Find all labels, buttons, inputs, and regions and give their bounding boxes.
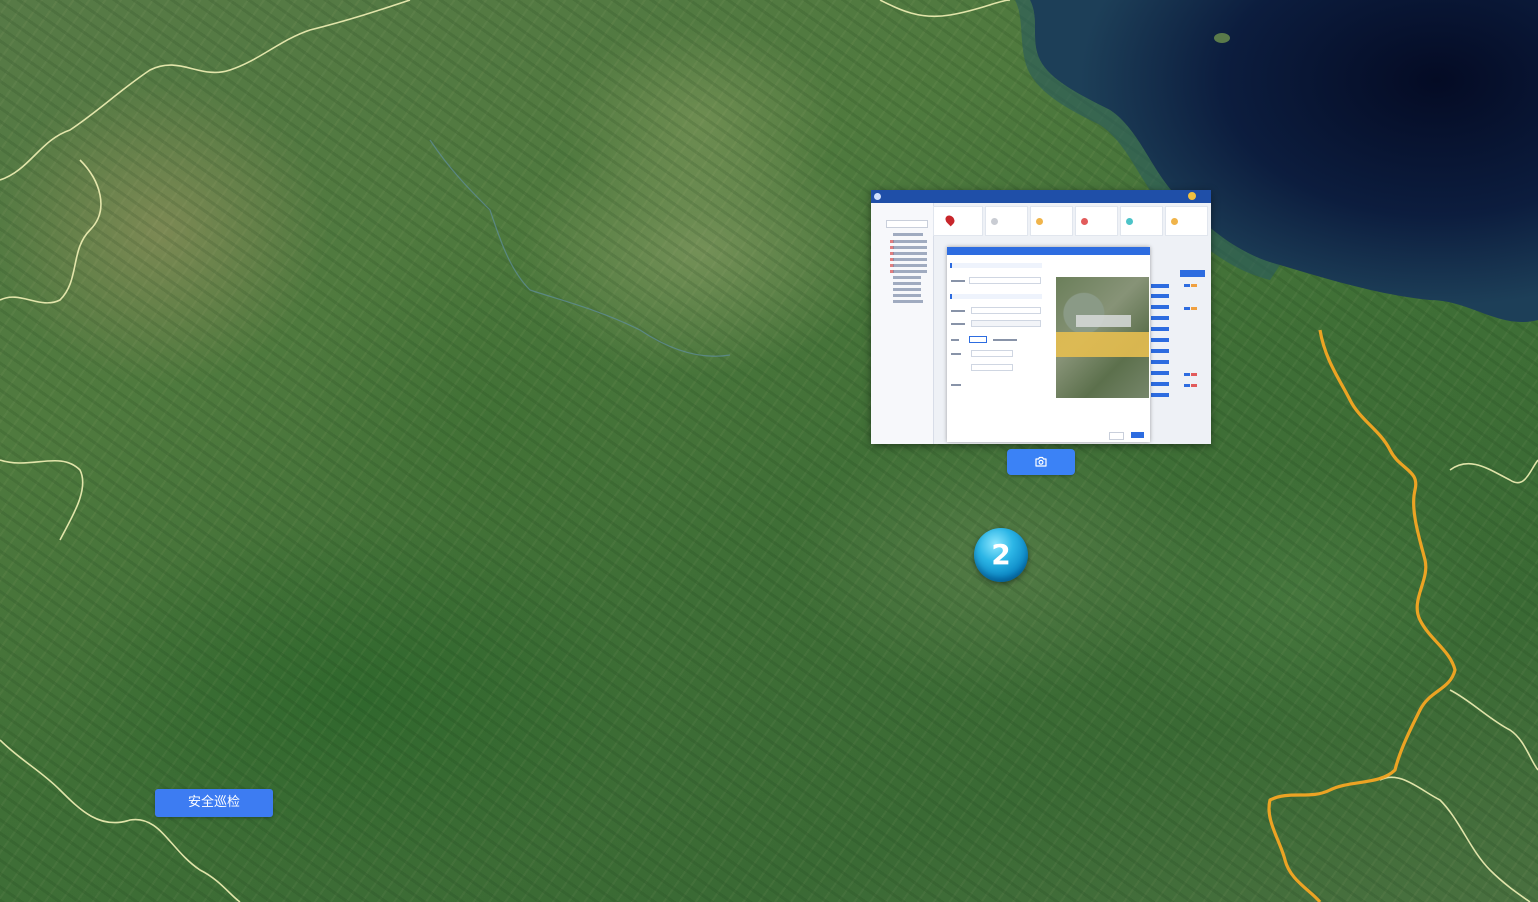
- safety-patrol-button[interactable]: 安全巡检: [155, 789, 273, 817]
- preview-stat-card: [1165, 206, 1208, 236]
- preview-tag: [1184, 384, 1190, 387]
- preview-modal: [947, 247, 1150, 442]
- screenshot-preview[interactable]: [871, 190, 1211, 444]
- preview-tag: [1184, 373, 1190, 376]
- preview-tag: [1191, 307, 1197, 310]
- preview-tree-item: [893, 258, 927, 261]
- preview-modal-label: [993, 339, 1017, 341]
- preview-tree-item: [893, 240, 927, 243]
- preview-header: [871, 190, 1211, 203]
- preview-modal-label: [951, 323, 965, 325]
- preview-tree-item: [893, 300, 923, 303]
- cluster-marker[interactable]: 2: [974, 528, 1028, 582]
- preview-tree-item: [893, 246, 927, 249]
- cluster-count: 2: [991, 538, 1011, 571]
- camera-icon: [1035, 456, 1047, 467]
- preview-sidebar-search: [886, 220, 928, 228]
- preview-modal-header: [947, 247, 1150, 255]
- preview-action-button: [1180, 270, 1205, 277]
- preview-tree-root: [893, 233, 923, 236]
- preview-modal-field: [971, 350, 1013, 357]
- preview-tree-item: [893, 264, 927, 267]
- preview-modal-label: [951, 384, 961, 386]
- highlight-boundary: [1267, 329, 1457, 902]
- preview-modal-label: [951, 353, 961, 355]
- preview-modal-label: [951, 339, 959, 341]
- preview-stat-card: [1075, 206, 1118, 236]
- preview-tag: [1191, 373, 1197, 376]
- preview-modal-section: [950, 294, 1042, 299]
- preview-modal-field: [971, 364, 1013, 371]
- preview-stat-card: [985, 206, 1028, 236]
- preview-modal-field: [969, 277, 1041, 284]
- preview-tree-item: [893, 288, 921, 291]
- preview-modal-section: [950, 263, 1042, 268]
- preview-modal-cancel: [1109, 432, 1124, 440]
- preview-aerial-image: [1056, 277, 1149, 398]
- preview-modal-field: [971, 320, 1041, 327]
- preview-stats-bar: [933, 206, 1211, 236]
- river: [429, 139, 731, 357]
- preview-tag: [1184, 284, 1190, 287]
- preview-modal-radio: [969, 336, 987, 343]
- preview-tree-item: [893, 294, 921, 297]
- preview-tree-item: [893, 276, 921, 279]
- preview-modal-confirm: [1131, 432, 1144, 438]
- satellite-map[interactable]: [0, 0, 1538, 902]
- preview-tree-item: [893, 270, 927, 273]
- preview-tag: [1191, 284, 1197, 287]
- preview-tag: [1184, 307, 1190, 310]
- preview-tree-item: [893, 282, 921, 285]
- preview-modal-label: [951, 310, 965, 312]
- preview-stat-card: [1120, 206, 1163, 236]
- preview-tree-item: [893, 252, 927, 255]
- camera-button[interactable]: [1007, 449, 1075, 475]
- map-vector-layer: [0, 0, 1538, 902]
- preview-avatar: [1188, 192, 1196, 200]
- preview-modal-label: [951, 280, 965, 282]
- preview-tag: [1191, 384, 1197, 387]
- preview-modal-select: [971, 307, 1041, 314]
- preview-stat-card: [1030, 206, 1073, 236]
- preview-stat-card: [933, 206, 983, 236]
- preview-logo: [874, 193, 881, 200]
- preview-sidebar: [871, 203, 934, 444]
